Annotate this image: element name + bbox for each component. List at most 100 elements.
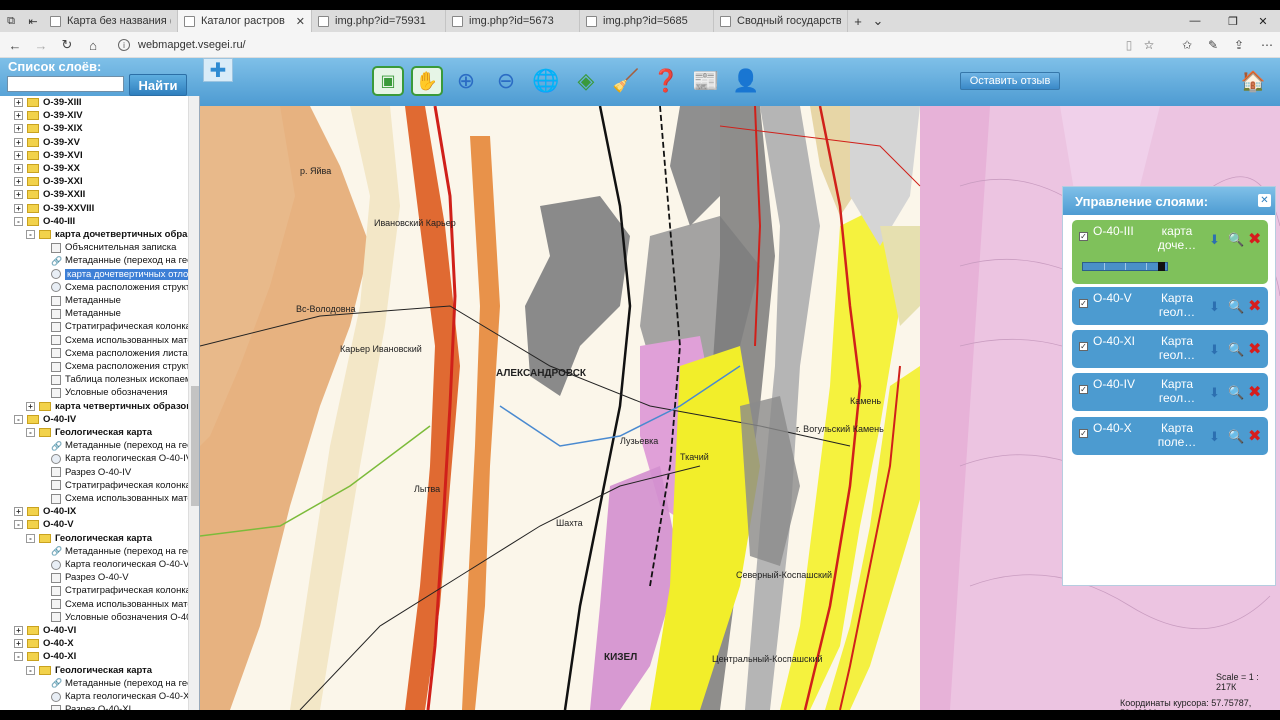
tree-item[interactable]: Условные обозначения О-40-V — [38, 611, 199, 624]
tree-item[interactable]: + O-39-XIII — [14, 96, 82, 109]
zoom-to-layer-icon[interactable]: 🔍 — [1228, 232, 1244, 248]
remove-layer-icon[interactable]: ✖ — [1248, 339, 1261, 359]
expand-icon[interactable]: + — [14, 639, 23, 649]
tree-item[interactable]: - карта дочетвертичных образо — [26, 228, 198, 241]
tree-item[interactable]: - O-40-V — [14, 518, 74, 531]
tree-item[interactable]: Схема использованных материа — [38, 334, 199, 347]
tree-item[interactable]: + O-39-XIV — [14, 109, 83, 122]
tree-item[interactable]: - O-40-IV — [14, 413, 76, 426]
tab-close-icon[interactable]: ✕ — [296, 15, 305, 28]
tab-preview-icon[interactable]: ⇤ — [22, 10, 44, 32]
tree-item[interactable]: Стратиграфическая колонка О- — [38, 584, 199, 597]
expand-icon[interactable]: + — [14, 98, 23, 107]
collapse-icon[interactable]: - — [26, 230, 35, 239]
tree-item[interactable]: - O-40-III — [14, 215, 75, 228]
tree-item[interactable]: Метаданные — [38, 307, 121, 320]
new-tab-button[interactable]: + — [848, 10, 868, 32]
collapse-icon[interactable]: - — [14, 216, 23, 226]
expand-icon[interactable]: + — [14, 150, 23, 160]
expand-icon[interactable]: + — [14, 177, 23, 187]
sidebar-scroll-thumb[interactable] — [191, 386, 199, 506]
tree-item[interactable]: Стратиграфическая колонка О- — [38, 479, 199, 492]
layer-card[interactable]: ✓ O-40-IV Карта геол… ⬇ 🔍 ✖ — [1072, 373, 1268, 411]
layer-card[interactable]: ✓ O-40-V Карта геол… ⬇ 🔍 ✖ — [1072, 287, 1268, 325]
layer-opacity-slider[interactable] — [1082, 262, 1168, 271]
expand-icon[interactable]: + — [14, 111, 23, 121]
layer-visibility-checkbox[interactable]: ✓ — [1079, 342, 1088, 351]
layer-card[interactable]: ✓ O-40-XI Карта геол… ⬇ 🔍 ✖ — [1072, 330, 1268, 368]
tree-item[interactable]: 🔗 Метаданные (переход на геоло — [38, 677, 199, 690]
download-icon[interactable]: ⬇ — [1209, 385, 1220, 401]
zoom-box-tool-icon[interactable]: ▣ — [372, 66, 404, 96]
tree-item[interactable]: + O-40-VI — [14, 624, 76, 637]
tree-item[interactable]: + O-39-XV — [14, 136, 80, 149]
tree-item[interactable]: Разрез О-40-XI — [38, 703, 131, 710]
tree-item[interactable]: + O-39-XIX — [14, 122, 83, 135]
tree-item[interactable]: - Геологическая карта — [26, 532, 152, 545]
layer-card[interactable]: ✓ O-40-X Карта поле… ⬇ 🔍 ✖ — [1072, 417, 1268, 455]
panel-close-icon[interactable]: ✕ — [1258, 194, 1271, 207]
reading-view-icon[interactable]: ▯ — [1120, 36, 1138, 54]
tree-item[interactable]: Таблица полезных ископаемых — [38, 373, 199, 386]
tree-item[interactable]: Карта геологическая О-40-XI — [38, 690, 192, 703]
layer-visibility-checkbox[interactable]: ✓ — [1079, 385, 1088, 394]
tree-item[interactable]: Схема использованных материа — [38, 598, 199, 611]
tree-item[interactable]: + O-40-X — [14, 637, 74, 650]
collapse-icon[interactable]: - — [14, 414, 23, 424]
tree-item[interactable]: + O-39-XXVIII — [14, 202, 94, 215]
tree-item[interactable]: Карта геологическая О-40-V — [38, 558, 189, 571]
browser-tab[interactable]: Карта без названия (Googl — [44, 10, 178, 32]
tree-item[interactable]: - Геологическая карта — [26, 664, 152, 677]
tree-item[interactable]: Объяснительная записка — [38, 241, 176, 254]
notes-pen-icon[interactable]: ✎ — [1204, 36, 1222, 54]
sidebar-scrollbar[interactable] — [188, 96, 199, 710]
layers-stack-icon[interactable]: ◈ — [570, 66, 602, 96]
user-person-icon[interactable]: 👤 — [730, 66, 762, 96]
layer-card[interactable]: ✓ O-40-III карта доче… ⬇ 🔍 ✖ — [1072, 220, 1268, 284]
map-home-icon[interactable]: 🏠 — [1238, 68, 1268, 94]
tree-item[interactable]: 🔗 Метаданные (переход на геоло — [38, 254, 199, 267]
more-menu-icon[interactable]: ⋯ — [1258, 36, 1276, 54]
download-icon[interactable]: ⬇ — [1209, 429, 1220, 445]
remove-layer-icon[interactable]: ✖ — [1248, 229, 1261, 249]
zoom-in-icon[interactable]: ⊕ — [450, 66, 482, 96]
layer-search-input[interactable] — [7, 76, 124, 92]
url-field[interactable]: i webmapget.vsegei.ru/ — [118, 36, 246, 54]
expand-icon[interactable]: + — [14, 507, 23, 517]
browser-tab[interactable]: Сводный государственный — [714, 10, 848, 32]
remove-layer-icon[interactable]: ✖ — [1248, 382, 1261, 402]
tree-item[interactable]: + O-39-XVI — [14, 149, 83, 162]
favorites-hub-icon[interactable]: ✩ — [1178, 36, 1196, 54]
tree-item[interactable]: Стратиграфическая колонка — [38, 320, 191, 333]
tree-item[interactable]: + карта четвертичных образова — [26, 400, 197, 413]
tree-item[interactable]: 🔗 Метаданные (переход на геоло — [38, 545, 199, 558]
tree-item[interactable]: Разрез О-40-IV — [38, 466, 131, 479]
help-question-icon[interactable]: ❓ — [650, 66, 682, 96]
zoom-to-layer-icon[interactable]: 🔍 — [1228, 299, 1244, 315]
collapse-icon[interactable]: - — [26, 665, 35, 675]
leave-feedback-button[interactable]: Оставить отзыв — [960, 72, 1060, 90]
expand-icon[interactable]: + — [14, 626, 23, 635]
collapse-icon[interactable]: - — [14, 652, 23, 662]
zoom-out-icon[interactable]: ⊖ — [490, 66, 522, 96]
find-button[interactable]: Найти — [129, 74, 187, 96]
browser-tab[interactable]: Каталог растров ✕ — [178, 10, 312, 32]
tree-item[interactable]: Карта геологическая О-40-IV — [38, 452, 192, 465]
remove-layer-icon[interactable]: ✖ — [1248, 296, 1261, 316]
tab-actions-icon[interactable]: ⧉ — [0, 10, 22, 32]
pan-hand-tool-icon[interactable]: ✋ — [411, 66, 443, 96]
globe-icon[interactable]: 🌐 — [530, 66, 562, 96]
tree-item[interactable]: + O-39-XXI — [14, 175, 83, 188]
collapse-icon[interactable]: - — [26, 533, 35, 543]
tree-item[interactable]: Схема расположения структурн — [38, 360, 199, 373]
layer-visibility-checkbox[interactable]: ✓ — [1079, 299, 1088, 308]
home-icon[interactable]: ⌂ — [84, 36, 102, 54]
zoom-to-layer-icon[interactable]: 🔍 — [1228, 342, 1244, 358]
collapse-icon[interactable]: - — [26, 428, 35, 437]
tree-item[interactable]: Схема расположения листа — [38, 347, 188, 360]
opacity-slider-knob[interactable] — [1157, 262, 1165, 271]
clear-broom-icon[interactable]: 🧹 — [610, 66, 642, 96]
back-icon[interactable]: ← — [6, 36, 24, 54]
forward-icon[interactable]: → — [32, 36, 50, 54]
browser-tab[interactable]: img.php?id=5673 — [446, 10, 580, 32]
